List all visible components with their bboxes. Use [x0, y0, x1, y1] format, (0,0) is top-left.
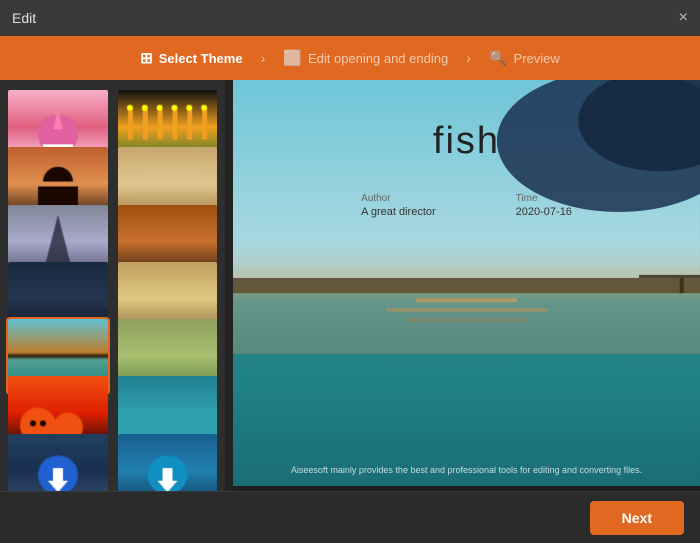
- step-edit-opening[interactable]: ⬜ Edit opening and ending: [269, 49, 462, 67]
- thumbnail-item-13[interactable]: [6, 432, 110, 491]
- step-arrow-2: ›: [462, 50, 475, 66]
- thumbnail-sidebar: [0, 80, 225, 491]
- step-preview-label: Preview: [514, 51, 560, 66]
- window-title: Edit: [12, 10, 36, 26]
- time-label: Time: [516, 193, 538, 204]
- thumbnail-item-14[interactable]: [116, 432, 220, 491]
- close-button[interactable]: ×: [679, 10, 688, 26]
- preview-footer: Aiseesoft mainly provides the best and p…: [233, 465, 700, 475]
- step-select-theme[interactable]: ⊞ Select Theme: [126, 49, 256, 67]
- author-label: Author: [361, 193, 390, 204]
- preview-icon: 🔍: [489, 49, 508, 67]
- main-content: fish Author A great director Time 2020-0…: [0, 80, 700, 491]
- thumbnail-canvas-14: [118, 434, 218, 491]
- select-theme-icon: ⊞: [140, 49, 153, 67]
- title-bar: Edit ×: [0, 0, 700, 36]
- step-preview[interactable]: 🔍 Preview: [475, 49, 574, 67]
- preview-area: fish Author A great director Time 2020-0…: [233, 80, 700, 491]
- step-edit-opening-label: Edit opening and ending: [308, 51, 448, 66]
- step-select-theme-label: Select Theme: [159, 51, 243, 66]
- thumbnail-canvas-13: [8, 434, 108, 491]
- preview-slide: fish Author A great director Time 2020-0…: [233, 80, 700, 491]
- edit-opening-icon: ⬜: [283, 49, 302, 67]
- step-bar: ⊞ Select Theme › ⬜ Edit opening and endi…: [0, 36, 700, 80]
- preview-text-overlay: fish Author A great director Time 2020-0…: [233, 80, 700, 491]
- preview-slide-title: fish: [433, 120, 500, 163]
- preview-meta: Author A great director Time 2020-07-16: [361, 193, 572, 218]
- author-value: A great director: [361, 206, 436, 218]
- preview-time-block: Time 2020-07-16: [516, 193, 572, 218]
- preview-author-block: Author A great director: [361, 193, 436, 218]
- time-value: 2020-07-16: [516, 206, 572, 218]
- sidebar-divider: [225, 80, 233, 491]
- bottom-bar: Next: [0, 491, 700, 543]
- next-button[interactable]: Next: [590, 501, 684, 535]
- step-arrow-1: ›: [257, 50, 270, 66]
